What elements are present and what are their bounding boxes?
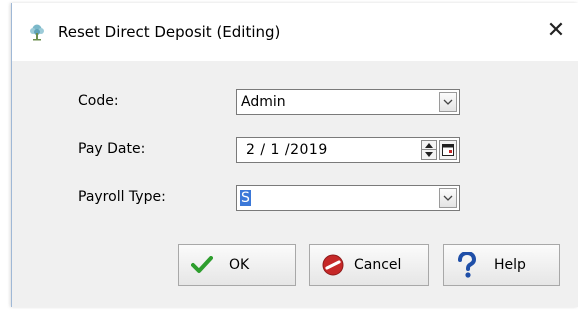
tree-icon <box>28 23 46 41</box>
payroll-type-dropdown-button[interactable] <box>439 188 457 208</box>
payroll-type-label: Payroll Type: <box>78 189 166 205</box>
chevron-down-icon <box>443 99 453 105</box>
spin-down-button[interactable] <box>422 150 436 159</box>
close-icon: ✕ <box>546 17 566 43</box>
payroll-type-combobox[interactable]: S <box>236 185 460 211</box>
help-label: Help <box>494 257 526 273</box>
code-dropdown-button[interactable] <box>439 92 457 112</box>
spin-up-button[interactable] <box>422 141 436 150</box>
chevron-down-icon <box>443 195 453 201</box>
code-label: Code: <box>78 93 119 109</box>
checkmark-icon <box>189 252 215 278</box>
arrow-up-icon <box>425 142 433 148</box>
close-button[interactable]: ✕ <box>536 11 576 49</box>
ok-button[interactable]: OK <box>178 244 296 286</box>
calendar-icon <box>442 144 454 156</box>
pay-date-picker[interactable]: 2 / 1 /2019 <box>236 137 460 163</box>
reset-direct-deposit-dialog: Reset Direct Deposit (Editing) ✕ Code: A… <box>11 3 578 307</box>
question-icon <box>454 252 480 278</box>
dialog-title: Reset Direct Deposit (Editing) <box>58 23 281 41</box>
code-value: Admin <box>241 94 286 110</box>
help-button[interactable]: Help <box>443 244 560 286</box>
cancel-icon <box>320 252 346 278</box>
calendar-button[interactable] <box>439 140 457 160</box>
arrow-down-icon <box>425 152 433 157</box>
pay-date-value: 2 / 1 /2019 <box>246 142 328 158</box>
pay-date-spinner[interactable] <box>421 140 437 160</box>
cancel-button[interactable]: Cancel <box>309 244 429 286</box>
ok-label: OK <box>229 257 250 273</box>
payroll-type-value: S <box>240 190 251 206</box>
code-combobox[interactable]: Admin <box>236 89 460 115</box>
cancel-label: Cancel <box>354 257 402 273</box>
pay-date-label: Pay Date: <box>78 141 146 157</box>
title-bar[interactable]: Reset Direct Deposit (Editing) ✕ <box>12 3 578 61</box>
